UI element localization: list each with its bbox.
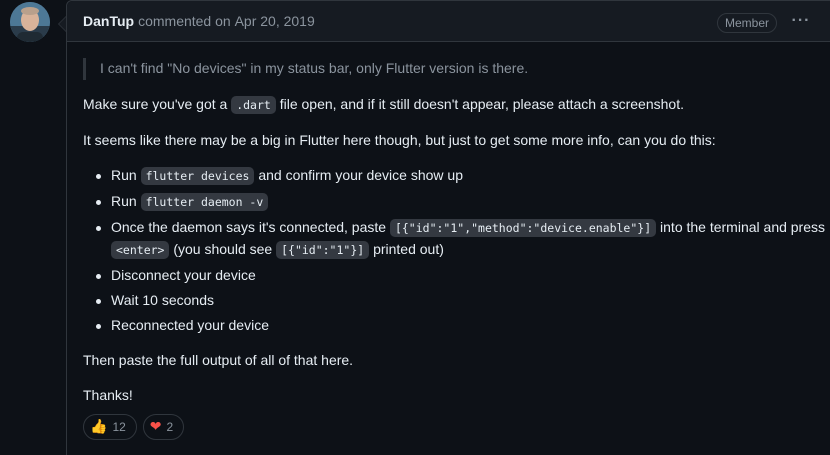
list-text: printed out) [369,241,444,257]
steps-list: Run flutter devices and confirm your dev… [83,165,830,336]
p1-text-after: file open, and if it still doesn't appea… [275,96,684,112]
avatar-image [10,2,50,42]
list-item: Run flutter daemon -v [83,191,830,213]
reaction-count: 12 [112,419,126,434]
page: DanTup commented on Apr 20, 2019 Member … [0,0,830,455]
paragraph-4: Thanks! [83,387,133,403]
comment-body: I can't find "No devices" in my status b… [67,42,830,440]
list-text: and confirm your device show up [254,167,463,183]
thumbs-up-icon: 👍 [90,419,108,435]
list-text: into the terminal and press [656,219,826,235]
list-item: Wait 10 seconds [83,290,830,311]
paragraph-3: Then paste the full output of all of tha… [83,352,354,368]
list-text: (you should see [169,241,277,257]
heart-icon: ❤ [149,419,162,435]
inline-code: .dart [231,96,276,114]
list-item: Once the daemon says it's connected, pas… [83,217,830,261]
comment-box: DanTup commented on Apr 20, 2019 Member … [66,0,830,455]
member-badge: Member [717,13,778,33]
comment-pointer [58,16,66,32]
author-link[interactable]: DanTup [83,13,134,29]
inline-code: flutter daemon -v [140,193,269,211]
list-item: Disconnect your device [83,265,830,286]
paragraph-2: It seems like there may be a big in Flut… [83,132,716,148]
reaction-heart-button[interactable]: ❤ 2 [142,414,185,440]
list-text: Run [111,193,141,209]
comment-header: DanTup commented on Apr 20, 2019 [67,1,830,42]
reaction-count: 2 [166,419,174,434]
paragraph-1: Make sure you've got a .dart file open, … [83,94,830,116]
quote: I can't find "No devices" in my status b… [83,58,830,80]
list-item: Run flutter devices and confirm your dev… [83,165,830,187]
inline-code: [{"id":"1","method":"device.enable"}] [389,219,657,237]
list-text: Run [111,167,141,183]
kebab-horizontal-icon[interactable]: ··· [790,13,812,31]
avatar[interactable] [10,2,50,42]
inline-code: <enter> [111,241,170,259]
list-text: Once the daemon says it's connected, pas… [111,219,390,235]
comment-date[interactable]: Apr 20, 2019 [235,13,315,29]
comment-action: commented on [138,13,231,29]
inline-code: flutter devices [140,167,255,185]
inline-code: [{"id":"1"}] [276,241,370,259]
reaction-thumbs-up-button[interactable]: 👍 12 [83,414,137,440]
p1-text: Make sure you've got a [83,96,232,112]
reactions-bar: 👍 12 ❤ 2 [83,414,830,440]
list-item: Reconnected your device [83,315,830,336]
